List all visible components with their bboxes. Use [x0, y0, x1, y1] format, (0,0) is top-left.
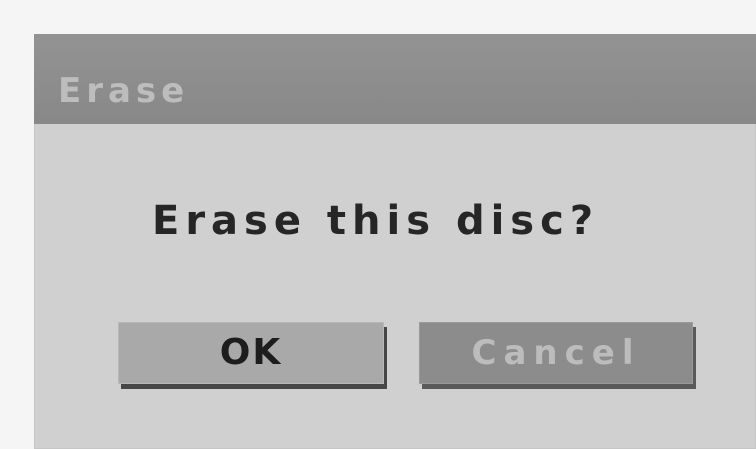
dialog-titlebar: Erase [34, 34, 756, 124]
dialog-message: Erase this disc? [152, 198, 600, 244]
ok-button[interactable]: OK [118, 322, 384, 384]
dialog-title: Erase [58, 71, 190, 111]
erase-dialog: Erase Erase this disc? OK Cancel [34, 34, 756, 449]
screen: Erase Erase this disc? OK Cancel [0, 0, 756, 449]
cancel-button[interactable]: Cancel [419, 322, 693, 384]
